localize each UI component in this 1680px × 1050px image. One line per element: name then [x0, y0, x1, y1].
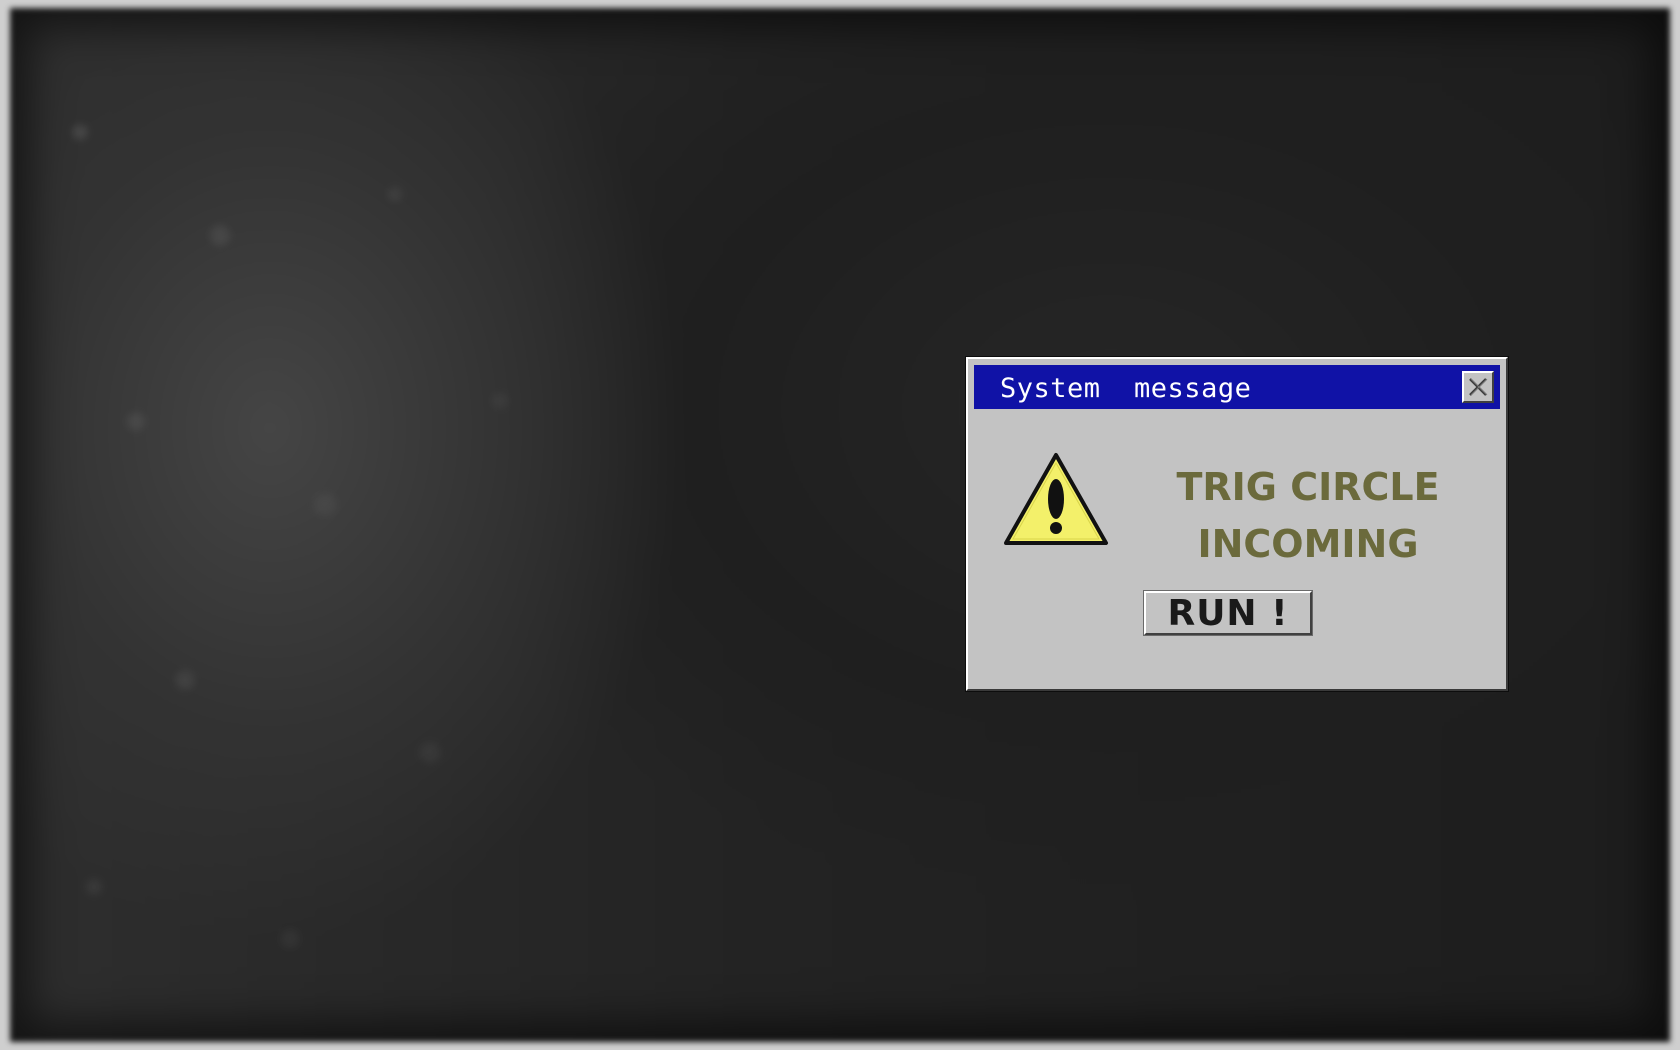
desktop-screen: System message TRIG CIRCLE INCOMING RUN …: [0, 0, 1680, 1050]
run-button[interactable]: RUN !: [1144, 591, 1312, 635]
message-line-1: TRIG CIRCLE: [1176, 465, 1440, 509]
background-texture: [10, 8, 710, 1042]
system-message-dialog: System message TRIG CIRCLE INCOMING RUN …: [966, 357, 1508, 691]
dialog-title: System message: [1000, 373, 1252, 404]
dialog-message: TRIG CIRCLE INCOMING: [1158, 459, 1458, 573]
close-button[interactable]: [1462, 371, 1494, 403]
warning-icon: [1002, 451, 1110, 547]
dialog-titlebar[interactable]: System message: [974, 365, 1500, 409]
message-line-2: INCOMING: [1197, 522, 1419, 566]
close-icon: [1467, 376, 1489, 398]
